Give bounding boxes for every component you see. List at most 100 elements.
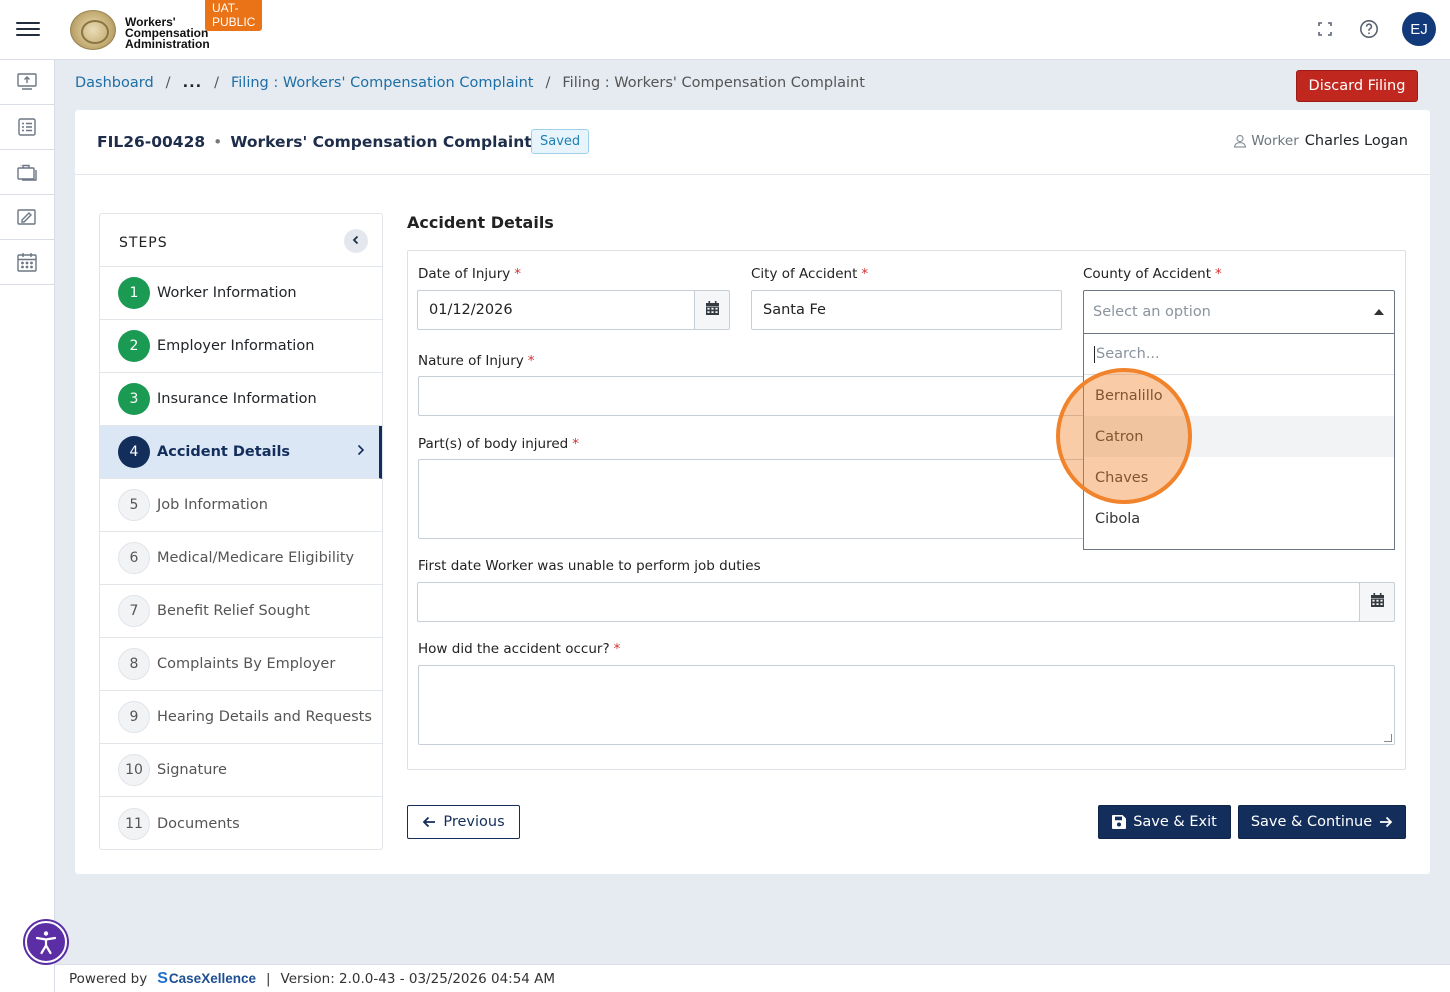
step-label: Employer Information <box>157 338 315 354</box>
fullscreen-icon[interactable] <box>1314 18 1336 40</box>
county-option[interactable]: Bernalillo <box>1084 375 1394 416</box>
logo-text: Workers' Compensation Administration <box>125 15 210 51</box>
first-unable-date-calendar-button[interactable] <box>1359 582 1395 622</box>
required-mark: * <box>572 436 579 452</box>
breadcrumb-filing-link[interactable]: Filing : Workers' Compensation Complaint <box>231 75 534 91</box>
city-of-accident-label: City of Accident * <box>751 266 869 282</box>
status-badge: Saved <box>531 129 590 154</box>
section-title: Accident Details <box>407 213 554 232</box>
rail-briefcase-icon[interactable] <box>0 150 54 195</box>
steps-header: STEPS <box>100 214 382 267</box>
step-number: 6 <box>118 542 150 574</box>
accident-description-textarea[interactable] <box>418 665 1395 745</box>
step-label: Insurance Information <box>157 391 317 407</box>
step-job-information[interactable]: 5 Job Information <box>100 479 382 532</box>
discard-filing-button[interactable]: Discard Filing <box>1296 70 1418 102</box>
agency-logo[interactable]: UAT-PUBLIC Workers' Compensation Adminis… <box>70 0 263 52</box>
breadcrumb-ellipsis[interactable]: ... <box>183 75 203 91</box>
hamburger-menu-icon[interactable] <box>14 18 42 42</box>
county-search-input[interactable]: Search... <box>1084 334 1394 375</box>
step-accident-details[interactable]: 4 Accident Details <box>100 426 382 479</box>
rail-edit-document-icon[interactable] <box>0 195 54 240</box>
step-employer-information[interactable]: 2 Employer Information <box>100 320 382 373</box>
step-medical-eligibility[interactable]: 6 Medical/Medicare Eligibility <box>100 532 382 585</box>
steps-heading: STEPS <box>119 235 168 251</box>
brand-logo[interactable]: S CaseXellence <box>157 970 256 988</box>
date-of-injury-input[interactable]: 01/12/2026 <box>417 290 695 330</box>
save-exit-button[interactable]: Save & Exit <box>1098 805 1231 839</box>
county-of-accident-label: County of Accident * <box>1083 266 1222 282</box>
city-of-accident-input[interactable]: Santa Fe <box>751 290 1062 330</box>
step-label: Hearing Details and Requests <box>157 709 372 725</box>
county-of-accident-select[interactable]: Select an option <box>1083 290 1395 334</box>
text-cursor <box>1094 345 1095 363</box>
step-signature[interactable]: 10 Signature <box>100 744 382 797</box>
rail-checklist-icon[interactable] <box>0 105 54 150</box>
required-mark: * <box>514 266 521 282</box>
county-dropdown: Search... Bernalillo Catron Chaves Cibol… <box>1083 334 1395 550</box>
steps-panel: STEPS 1 Worker Information 2 Employer In… <box>99 213 383 850</box>
accessibility-icon[interactable] <box>25 921 67 963</box>
calendar-icon <box>705 301 719 319</box>
step-worker-information[interactable]: 1 Worker Information <box>100 267 382 320</box>
left-rail <box>0 60 55 992</box>
step-number: 3 <box>118 383 150 415</box>
breadcrumb-current: Filing : Workers' Compensation Complaint <box>562 75 865 91</box>
save-icon <box>1112 815 1127 829</box>
powered-by-label: Powered by <box>69 970 148 987</box>
step-number: 2 <box>118 330 150 362</box>
nature-of-injury-label: Nature of Injury * <box>418 353 535 369</box>
county-option[interactable]: Chaves <box>1084 457 1394 498</box>
caret-up-icon <box>1374 309 1384 315</box>
required-mark: * <box>861 266 869 282</box>
filing-title: FIL26-00428 • Workers' Compensation Compla… <box>97 133 532 151</box>
step-complaints-by-employer[interactable]: 8 Complaints By Employer <box>100 638 382 691</box>
required-mark: * <box>613 641 621 657</box>
calendar-icon <box>1370 593 1384 611</box>
search-placeholder: Search... <box>1096 346 1160 362</box>
worker-info: Worker Charles Logan <box>1233 133 1408 149</box>
county-option[interactable]: Catron <box>1084 416 1394 457</box>
required-mark: * <box>1215 266 1222 282</box>
step-benefit-relief[interactable]: 7 Benefit Relief Sought <box>100 585 382 638</box>
version-text: Version: 2.0.0-43 - 03/25/2026 04:54 AM <box>280 970 556 987</box>
filing-header: FIL26-00428 • Workers' Compensation Compla… <box>75 110 1430 175</box>
filing-type: Workers' Compensation Complaint <box>230 133 532 151</box>
step-label: Documents <box>157 815 240 832</box>
accident-description-label: How did the accident occur? * <box>418 641 621 657</box>
filing-card: FIL26-00428 • Workers' Compensation Compla… <box>75 110 1430 874</box>
step-documents[interactable]: 11 Documents <box>100 797 382 850</box>
brand-s-icon: S <box>157 969 168 987</box>
resize-handle[interactable] <box>1384 734 1392 742</box>
step-number: 4 <box>118 436 150 468</box>
rail-calendar-icon[interactable] <box>0 240 54 285</box>
user-avatar[interactable]: EJ <box>1402 12 1436 46</box>
step-number: 5 <box>118 489 150 521</box>
select-placeholder: Select an option <box>1093 304 1211 320</box>
date-of-injury-calendar-button[interactable] <box>694 290 730 330</box>
body-parts-injured-label: Part(s) of body injured * <box>418 436 579 452</box>
arrow-right-icon <box>1379 816 1393 828</box>
breadcrumb-separator: / <box>165 75 171 91</box>
filing-id: FIL26-00428 <box>97 133 206 151</box>
step-number: 7 <box>118 595 150 627</box>
help-icon[interactable] <box>1358 18 1380 40</box>
breadcrumb-dashboard[interactable]: Dashboard <box>75 75 154 91</box>
county-option[interactable]: Cibola <box>1084 498 1394 539</box>
step-number: 10 <box>118 754 150 786</box>
breadcrumb-separator: / <box>545 75 551 91</box>
step-number: 9 <box>118 701 150 733</box>
save-continue-button[interactable]: Save & Continue <box>1238 805 1406 839</box>
step-label: Job Information <box>157 497 268 513</box>
rail-upload-icon[interactable] <box>0 60 54 105</box>
worker-label: Worker <box>1251 133 1299 149</box>
worker-name: Charles Logan <box>1304 133 1408 149</box>
step-insurance-information[interactable]: 3 Insurance Information <box>100 373 382 426</box>
step-hearing-details[interactable]: 9 Hearing Details and Requests <box>100 691 382 744</box>
date-of-injury-label: Date of Injury * <box>418 266 521 282</box>
previous-button[interactable]: Previous <box>407 805 520 839</box>
user-icon <box>1233 134 1247 148</box>
first-unable-date-input[interactable] <box>417 582 1360 622</box>
collapse-steps-button[interactable] <box>344 229 368 253</box>
environment-badge: UAT-PUBLIC <box>205 0 263 31</box>
